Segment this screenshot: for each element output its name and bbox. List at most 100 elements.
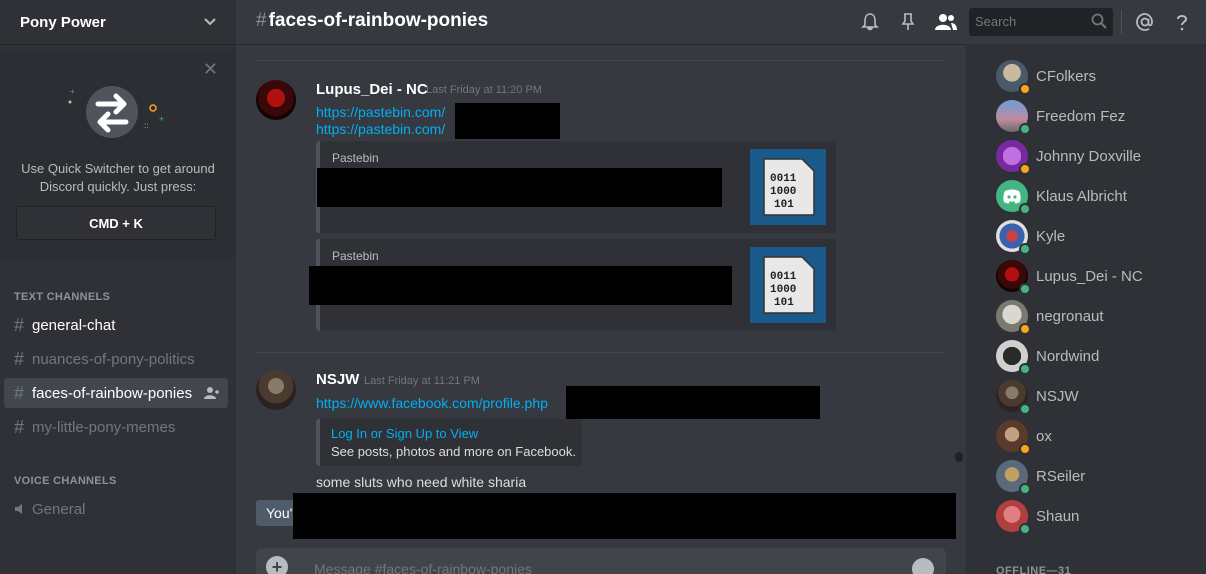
svg-text:0011: 0011 [770, 173, 797, 185]
message-link[interactable]: https://pastebin.com/ [316, 121, 445, 137]
quick-switcher-line-2: Discord quickly. Just press: [39, 179, 197, 194]
add-user-icon[interactable] [204, 386, 220, 400]
embed-description: See posts, photos and more on Facebook. [331, 444, 576, 459]
channel-header: # faces-of-rainbow-ponies Search [236, 0, 1206, 44]
hash-icon: # [256, 10, 267, 31]
scrollbar-thumb[interactable] [955, 452, 963, 462]
status-indicator [1019, 83, 1031, 95]
message-divider [256, 352, 944, 353]
member-item[interactable]: Klaus Albricht [996, 176, 1196, 216]
svg-text:+: + [70, 87, 75, 96]
embed-provider: Pastebin [332, 249, 379, 263]
channel-name: faces-of-rainbow-ponies [32, 384, 193, 402]
hash-icon: # [14, 314, 25, 335]
message-text: some sluts who need white sharia [316, 474, 527, 490]
quick-switcher-text: Use Quick Switcher to get around Discord… [0, 160, 236, 196]
member-name: NSJW [1036, 387, 1079, 405]
member-item[interactable]: RSeiler [996, 456, 1196, 496]
channel-name: nuances-of-pony-politics [32, 350, 195, 368]
voice-channel-general[interactable]: General [4, 494, 228, 524]
svg-text:0011: 0011 [770, 271, 797, 283]
member-item[interactable]: Nordwind [996, 336, 1196, 376]
message-timestamp: Last Friday at 11:21 PM [364, 375, 480, 387]
avatar [996, 140, 1031, 175]
svg-text:1000: 1000 [770, 186, 796, 198]
switch-arrows-icon: + + :: [68, 86, 164, 138]
hash-icon: # [14, 416, 25, 437]
redaction [455, 103, 560, 139]
message-composer[interactable]: + Message #faces-of-rainbow-ponies [256, 548, 946, 574]
embed-title[interactable]: Log In or Sign Up to View [331, 426, 478, 441]
search-input[interactable]: Search [969, 8, 1113, 36]
pin-icon[interactable] [898, 12, 918, 32]
member-item[interactable]: CFolkers [996, 56, 1196, 96]
bell-icon[interactable] [860, 12, 880, 32]
upload-plus-icon[interactable]: + [266, 556, 288, 574]
message-link[interactable]: https://pastebin.com/ [316, 104, 445, 120]
status-indicator [1019, 283, 1031, 295]
member-item[interactable]: NSJW [996, 376, 1196, 416]
message-link[interactable]: https://www.facebook.com/profile.php [316, 395, 548, 411]
shortcut-button[interactable]: CMD + K [16, 206, 216, 240]
member-name: Johnny Doxville [1036, 147, 1142, 165]
text-channels-header[interactable]: TEXT CHANNELS [14, 291, 110, 303]
message-author[interactable]: Lupus_Dei - NC [316, 81, 428, 98]
quick-switcher-tip: ✕ + + :: Use Quick Switcher to get aroun… [0, 50, 236, 258]
redaction [309, 266, 732, 305]
member-name: Freedom Fez [1036, 107, 1126, 125]
avatar[interactable] [256, 80, 296, 120]
channel-general-chat[interactable]: # general-chat [4, 310, 228, 340]
channel-my-little-pony-memes[interactable]: # my-little-pony-memes [4, 412, 228, 442]
member-item[interactable]: ox [996, 416, 1196, 456]
status-indicator [1019, 443, 1031, 455]
message-author[interactable]: NSJW [316, 371, 359, 388]
channel-title: # faces-of-rainbow-ponies [256, 10, 488, 32]
member-item[interactable]: Lupus_Dei - NC [996, 256, 1196, 296]
status-indicator [1019, 483, 1031, 495]
pastebin-thumbnail[interactable]: 0011 1000 101 [750, 149, 826, 225]
avatar [996, 220, 1031, 255]
avatar [996, 60, 1031, 95]
pastebin-thumbnail[interactable]: 0011 1000 101 [750, 247, 826, 323]
member-name: negronaut [1036, 307, 1104, 325]
channel-nuances-of-pony-politics[interactable]: # nuances-of-pony-politics [4, 344, 228, 374]
status-indicator [1019, 323, 1031, 335]
status-indicator [1019, 123, 1031, 135]
svg-text:1000: 1000 [770, 284, 796, 296]
member-name: Klaus Albricht [1036, 187, 1127, 205]
member-item[interactable]: Johnny Doxville [996, 136, 1196, 176]
status-indicator [1019, 363, 1031, 375]
voice-channels-header[interactable]: VOICE CHANNELS [14, 475, 117, 487]
member-item[interactable]: Freedom Fez [996, 96, 1196, 136]
member-item[interactable]: Kyle [996, 216, 1196, 256]
avatar [996, 500, 1031, 535]
redaction [566, 386, 820, 419]
svg-text:+: + [159, 114, 164, 124]
search-placeholder: Search [975, 14, 1017, 29]
quick-switcher-line-1: Use Quick Switcher to get around [21, 161, 215, 176]
channel-faces-of-rainbow-ponies[interactable]: # faces-of-rainbow-ponies [4, 378, 228, 408]
avatar [996, 420, 1031, 455]
member-list[interactable]: CFolkers Freedom Fez Johnny Doxville Kla… [966, 44, 1206, 574]
message-list[interactable]: Lupus_Dei - NC Last Friday at 11:20 PM h… [236, 44, 966, 530]
channel-sidebar: Pony Power ✕ + + :: Use Quick Switcher t… [0, 0, 236, 574]
close-icon[interactable]: ✕ [203, 60, 218, 78]
offline-header: OFFLINE—31 [996, 565, 1072, 574]
svg-text:101: 101 [774, 297, 794, 309]
avatar[interactable] [256, 370, 296, 410]
member-list-icon[interactable] [934, 12, 958, 32]
member-item[interactable]: negronaut [996, 296, 1196, 336]
message-timestamp: Last Friday at 11:20 PM [426, 84, 542, 96]
hash-icon: # [14, 382, 25, 403]
mentions-icon[interactable] [1135, 12, 1155, 32]
server-header[interactable]: Pony Power [0, 0, 236, 44]
new-message-bar[interactable]: You' [256, 500, 296, 526]
help-icon[interactable] [1172, 12, 1192, 32]
status-indicator [1019, 203, 1031, 215]
emoji-icon[interactable] [912, 558, 934, 574]
avatar [996, 100, 1031, 135]
header-divider [1121, 10, 1122, 34]
member-item[interactable]: Shaun [996, 496, 1196, 536]
avatar [996, 460, 1031, 495]
composer-placeholder: Message #faces-of-rainbow-ponies [314, 561, 532, 574]
